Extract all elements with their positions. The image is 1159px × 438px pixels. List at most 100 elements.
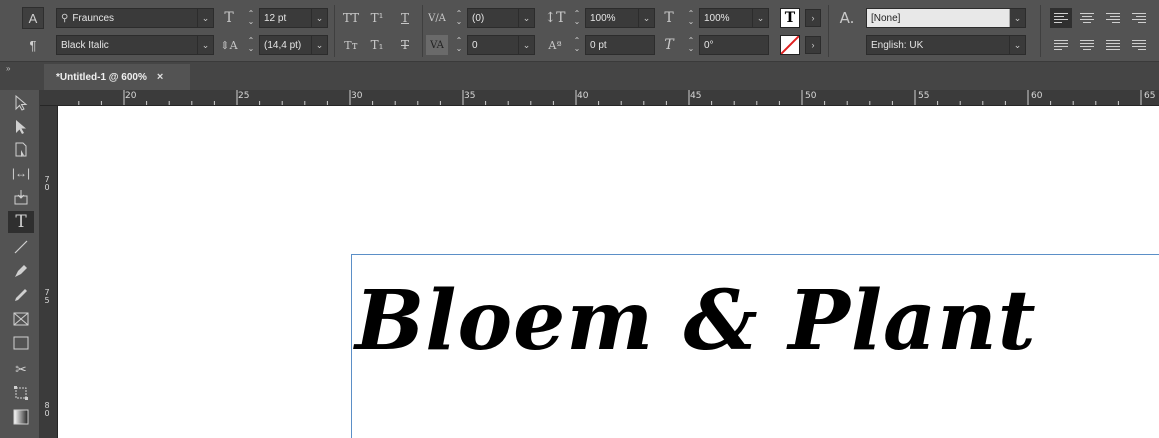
baseline-shift-field[interactable]: 0 pt	[585, 35, 655, 55]
kerning-stepper[interactable]: ⌃ ⌄	[452, 8, 466, 28]
rectangle-frame-tool-icon[interactable]	[8, 308, 34, 330]
horizontal-ruler[interactable]: 20 25 30 35 40 45 50 55 60 65	[40, 90, 1159, 106]
close-icon[interactable]: ×	[157, 71, 163, 83]
scissors-tool-icon[interactable]: ✂	[8, 358, 34, 380]
stroke-swatch[interactable]	[780, 35, 800, 55]
stroke-dropdown-arrow-icon[interactable]: ›	[805, 36, 821, 54]
chevron-down-icon[interactable]: ⌄	[638, 9, 654, 27]
page-tool-icon[interactable]	[8, 139, 34, 161]
content-collector-tool-icon[interactable]	[8, 186, 34, 208]
collapse-panel-icon[interactable]: »	[6, 64, 10, 73]
chevron-down-icon[interactable]: ⌄	[1009, 36, 1025, 54]
strikethrough-button[interactable]: T	[394, 35, 416, 55]
baseline-shift-stepper[interactable]: ⌃ ⌄	[570, 35, 584, 55]
divider	[1040, 5, 1041, 57]
ruler-label: 65	[1144, 91, 1156, 101]
vertical-ruler[interactable]: 70 75 80	[40, 106, 58, 438]
justify-right-icon[interactable]	[1128, 35, 1150, 55]
font-size-field[interactable]: 12 pt ⌄	[259, 8, 328, 28]
font-family-value: Fraunces	[72, 12, 115, 24]
tracking-field[interactable]: 0 ⌄	[467, 35, 535, 55]
document-tab-title: *Untitled-1 @ 600%	[56, 71, 147, 83]
all-caps-button[interactable]: TT	[340, 8, 362, 28]
superscript-button[interactable]: T¹	[366, 8, 388, 28]
kerning-value: (0)	[472, 12, 485, 24]
free-transform-tool-icon[interactable]	[8, 382, 34, 404]
ruler-label: 35	[464, 91, 476, 101]
leading-stepper[interactable]: ⌃ ⌄	[244, 35, 258, 55]
language-value: English: UK	[871, 39, 924, 51]
vertical-scale-value: 100%	[590, 12, 616, 24]
chevron-down-icon[interactable]: ⌄	[311, 36, 327, 54]
font-size-stepper[interactable]: ⌃ ⌄	[244, 8, 258, 28]
tracking-stepper[interactable]: ⌃ ⌄	[452, 35, 466, 55]
document-tab-bar: » *Untitled-1 @ 600% ×	[0, 62, 1159, 90]
gap-tool-icon[interactable]: |↔|	[8, 162, 34, 184]
document-tab[interactable]: *Untitled-1 @ 600% ×	[44, 64, 190, 90]
chevron-down-icon[interactable]: ⌄	[197, 9, 213, 27]
ruler-ticks	[78, 90, 1142, 105]
small-caps-button[interactable]: Tт	[340, 35, 362, 55]
baseline-shift-icon: Aª	[548, 38, 562, 52]
type-tool-icon[interactable]: T	[8, 211, 34, 233]
rectangle-tool-icon[interactable]	[8, 332, 34, 354]
subscript-button[interactable]: T₁	[366, 35, 388, 55]
ruler-label: 75	[43, 289, 51, 305]
align-towards-spine-icon[interactable]	[1128, 8, 1150, 28]
vertical-scale-icon: ↕T	[544, 10, 566, 26]
chevron-down-icon[interactable]: ⌄	[752, 9, 768, 27]
chevron-down-icon[interactable]: ⌄	[197, 36, 213, 54]
headline-text[interactable]: Bloem & Plant	[355, 273, 1037, 369]
align-left-icon[interactable]	[1050, 8, 1072, 28]
text-frame[interactable]: Bloem & Plant	[351, 254, 1159, 438]
justify-all-icon[interactable]	[1102, 35, 1124, 55]
divider	[334, 5, 335, 57]
horizontal-scale-stepper[interactable]: ⌃ ⌄	[684, 8, 698, 28]
paragraph-formatting-mode-button[interactable]: ¶	[22, 34, 44, 56]
justify-left-icon[interactable]	[1050, 35, 1072, 55]
skew-field[interactable]: 0°	[699, 35, 769, 55]
fill-swatch[interactable]: T	[780, 8, 800, 28]
chevron-down-icon[interactable]: ⌄	[311, 9, 327, 27]
language-field[interactable]: English: UK ⌄	[866, 35, 1026, 55]
font-style-field[interactable]: Black Italic ⌄	[56, 35, 214, 55]
underline-button[interactable]: T	[394, 8, 416, 28]
baseline-shift-value: 0 pt	[590, 39, 607, 51]
ruler-digit: 0	[44, 183, 50, 192]
pencil-tool-icon[interactable]	[8, 284, 34, 306]
ruler-digit: 5	[44, 296, 50, 305]
justify-center-icon[interactable]	[1076, 35, 1098, 55]
gradient-swatch-tool-icon[interactable]	[8, 406, 34, 428]
character-style-field[interactable]: [None] ⌄	[866, 8, 1026, 28]
ruler-label: 60	[1031, 91, 1043, 101]
character-style-icon: A.	[839, 9, 855, 27]
direct-selection-tool-icon[interactable]	[8, 116, 34, 138]
vertical-scale-field[interactable]: 100% ⌄	[585, 8, 655, 28]
tools-panel: |↔| T ✂	[0, 90, 40, 438]
chevron-down-icon[interactable]: ⌄	[518, 9, 534, 27]
document-canvas[interactable]: Bloem & Plant	[58, 106, 1159, 438]
align-right-icon[interactable]	[1102, 8, 1124, 28]
vertical-scale-stepper[interactable]: ⌃ ⌄	[570, 8, 584, 28]
leading-field[interactable]: (14,4 pt) ⌄	[259, 35, 328, 55]
tracking-icon: VA	[426, 35, 448, 55]
align-center-icon[interactable]	[1076, 8, 1098, 28]
ruler-label: 20	[125, 91, 137, 101]
skew-stepper[interactable]: ⌃ ⌄	[684, 35, 698, 55]
font-family-field[interactable]: ⚲ Fraunces ⌄	[56, 8, 214, 28]
fill-dropdown-arrow-icon[interactable]: ›	[805, 9, 821, 27]
font-size-icon: T	[224, 10, 234, 26]
ruler-label: 70	[43, 176, 51, 192]
font-style-value: Black Italic	[61, 39, 109, 51]
selection-tool-icon[interactable]	[8, 92, 34, 114]
chevron-down-icon[interactable]: ⌄	[1009, 9, 1025, 27]
skew-icon: T	[664, 37, 674, 53]
character-formatting-mode-button[interactable]: A	[22, 7, 44, 29]
horizontal-scale-field[interactable]: 100% ⌄	[699, 8, 769, 28]
chevron-down-icon[interactable]: ⌄	[518, 36, 534, 54]
line-tool-icon[interactable]	[8, 236, 34, 258]
horizontal-scale-icon: T	[664, 10, 674, 26]
pen-tool-icon[interactable]	[8, 260, 34, 282]
kerning-field[interactable]: (0) ⌄	[467, 8, 535, 28]
divider	[828, 5, 829, 57]
